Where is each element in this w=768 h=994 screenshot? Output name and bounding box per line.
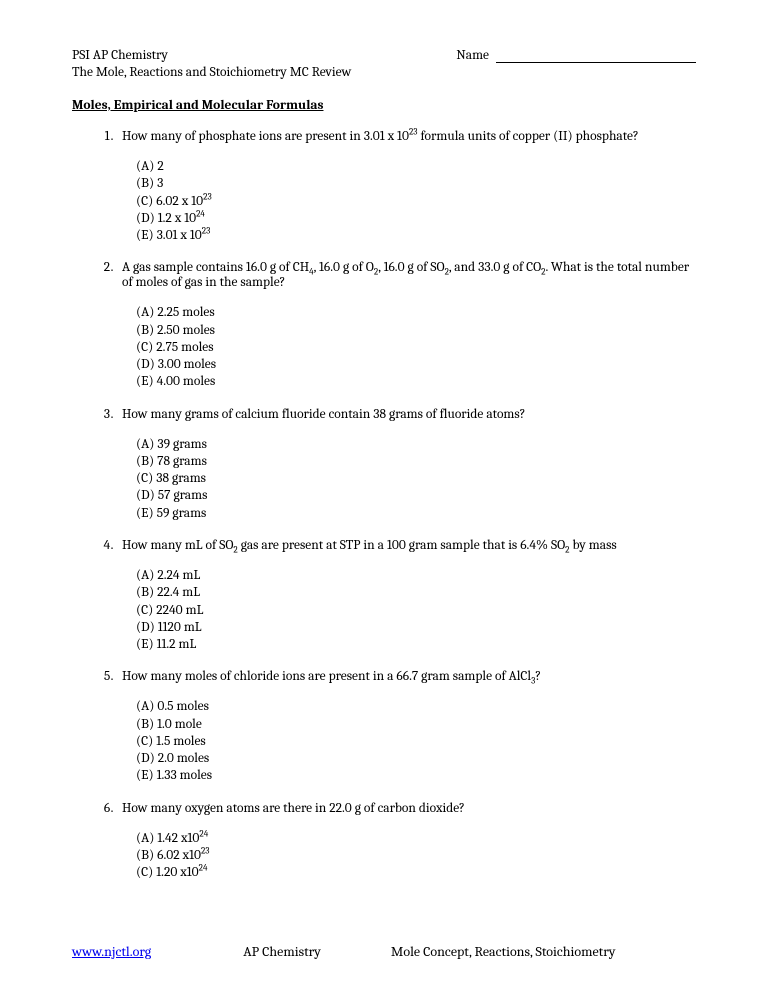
choice-item: (B) 78 grams — [136, 453, 696, 470]
choice-item: (B) 2.50 moles — [136, 322, 696, 339]
choice-item: (C) 6.02 x 1023 — [136, 193, 696, 210]
question-stem: How many mL of SO2 gas are present at ST… — [122, 538, 696, 553]
choice-item: (D) 2.0 moles — [136, 750, 696, 767]
choice-item: (A) 0.5 moles — [136, 698, 696, 715]
choice-list: (A) 2.25 moles(B) 2.50 moles(C) 2.75 mol… — [122, 304, 696, 390]
choice-item: (C) 2240 mL — [136, 602, 696, 619]
question-item: How many mL of SO2 gas are present at ST… — [116, 538, 696, 653]
choice-item: (E) 59 grams — [136, 505, 696, 522]
choice-list: (A) 39 grams(B) 78 grams(C) 38 grams(D) … — [122, 436, 696, 522]
choice-item: (A) 2.25 moles — [136, 304, 696, 321]
name-label: Name — [456, 48, 489, 63]
question-item: A gas sample contains 16.0 g of CH4, 16.… — [116, 260, 696, 390]
choice-item: (C) 1.5 moles — [136, 733, 696, 750]
choice-item: (D) 1.2 x 1024 — [136, 210, 696, 227]
page-header: PSI AP Chemistry Name — [72, 48, 696, 63]
choice-item: (A) 2.24 mL — [136, 567, 696, 584]
choice-list: (A) 1.42 x1024(B) 6.02 x1023(C) 1.20 x10… — [122, 830, 696, 882]
choice-item: (E) 11.2 mL — [136, 636, 696, 653]
question-item: How many moles of chloride ions are pres… — [116, 669, 696, 784]
question-item: How many oxygen atoms are there in 22.0 … — [116, 801, 696, 882]
choice-list: (A) 2(B) 3(C) 6.02 x 1023(D) 1.2 x 1024(… — [122, 158, 696, 244]
choice-item: (B) 1.0 mole — [136, 716, 696, 733]
footer-right: Mole Concept, Reactions, Stoichiometry — [391, 943, 616, 960]
choice-item: (B) 3 — [136, 175, 696, 192]
question-stem: How many grams of calcium fluoride conta… — [122, 407, 696, 422]
course-label: PSI AP Chemistry — [72, 48, 168, 63]
choice-item: (A) 2 — [136, 158, 696, 175]
choice-item: (D) 3.00 moles — [136, 356, 696, 373]
page-footer: www.njctl.org AP Chemistry Mole Concept,… — [72, 943, 696, 960]
choice-item: (C) 38 grams — [136, 470, 696, 487]
choice-item: (E) 3.01 x 1023 — [136, 227, 696, 244]
question-item: How many of phosphate ions are present i… — [116, 129, 696, 244]
question-list: How many of phosphate ions are present i… — [72, 129, 696, 881]
name-blank-line — [496, 62, 696, 63]
question-item: How many grams of calcium fluoride conta… — [116, 407, 696, 522]
footer-link[interactable]: www.njctl.org — [72, 943, 151, 960]
choice-item: (C) 2.75 moles — [136, 339, 696, 356]
choice-item: (A) 39 grams — [136, 436, 696, 453]
choice-list: (A) 2.24 mL(B) 22.4 mL(C) 2240 mL(D) 112… — [122, 567, 696, 653]
name-field: Name — [456, 48, 696, 63]
choice-item: (B) 22.4 mL — [136, 584, 696, 601]
choice-item: (E) 4.00 moles — [136, 373, 696, 390]
choice-item: (D) 1120 mL — [136, 619, 696, 636]
choice-item: (A) 1.42 x1024 — [136, 830, 696, 847]
choice-item: (E) 1.33 moles — [136, 767, 696, 784]
choice-item: (C) 1.20 x1024 — [136, 864, 696, 881]
question-stem: How many of phosphate ions are present i… — [122, 129, 696, 144]
question-stem: How many moles of chloride ions are pres… — [122, 669, 696, 684]
footer-center: AP Chemistry — [243, 943, 321, 960]
choice-list: (A) 0.5 moles(B) 1.0 mole(C) 1.5 moles(D… — [122, 698, 696, 784]
question-stem: How many oxygen atoms are there in 22.0 … — [122, 801, 696, 816]
section-title: Moles, Empirical and Molecular Formulas — [72, 98, 696, 113]
choice-item: (B) 6.02 x1023 — [136, 847, 696, 864]
choice-item: (D) 57 grams — [136, 487, 696, 504]
page-subtitle: The Mole, Reactions and Stoichiometry MC… — [72, 65, 696, 80]
question-stem: A gas sample contains 16.0 g of CH4, 16.… — [122, 260, 696, 290]
